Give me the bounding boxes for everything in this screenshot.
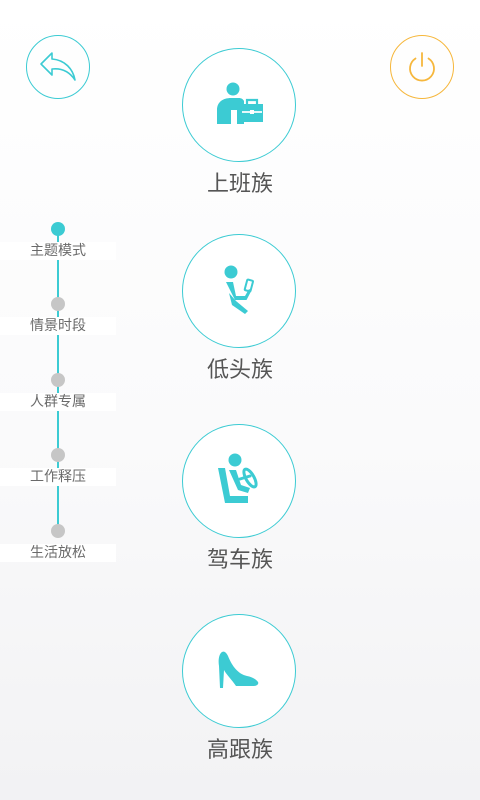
mode-nav: 主题模式 情景时段 人群专属 工作释压 生活放松 [0, 0, 120, 800]
nav-item-label: 工作释压 [0, 468, 116, 486]
category-circle[interactable] [182, 48, 296, 162]
category-circle[interactable] [182, 614, 296, 728]
nav-item-label: 人群专属 [0, 393, 116, 411]
step-dot [51, 448, 65, 462]
office-worker-icon [211, 80, 267, 130]
step-dot [51, 222, 65, 236]
phone-user-icon [215, 263, 263, 319]
step-dot [51, 297, 65, 311]
category-label: 上班族 [206, 172, 273, 197]
step-dot [51, 373, 65, 387]
category-label: 驾车族 [206, 548, 273, 573]
category-label: 高跟族 [206, 738, 273, 763]
category-circle[interactable] [182, 234, 296, 348]
nav-item-label: 主题模式 [0, 242, 116, 260]
driver-icon [214, 452, 264, 510]
category-label: 低头族 [206, 358, 273, 383]
high-heel-icon [214, 646, 264, 696]
step-dot [51, 524, 65, 538]
power-icon [404, 49, 440, 85]
power-button[interactable] [390, 35, 454, 99]
category-circle[interactable] [182, 424, 296, 538]
nav-item-label: 情景时段 [0, 317, 116, 335]
nav-item-label: 生活放松 [0, 544, 116, 562]
